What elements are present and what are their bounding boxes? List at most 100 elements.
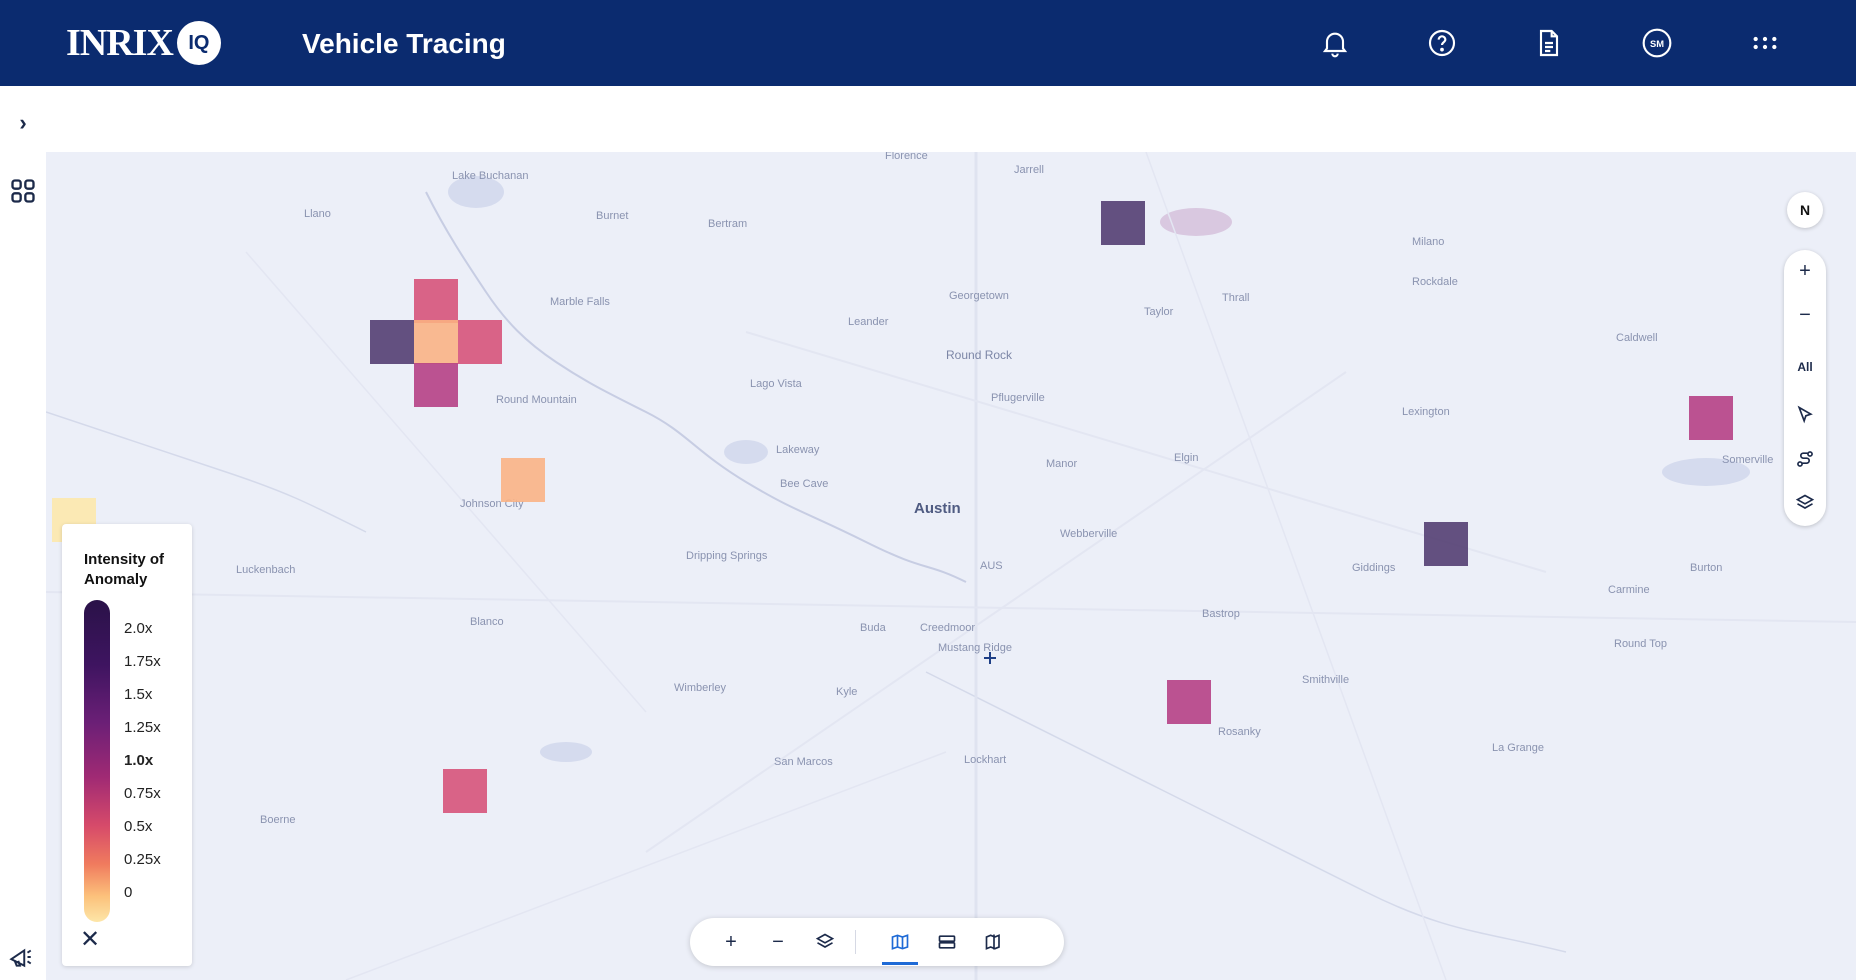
place-label: Round Rock [946,348,1013,362]
place-label: Lake Buchanan [452,170,529,182]
place-label: Round Mountain [496,394,577,406]
place-label: Jarrell [1014,164,1044,176]
legend-tick: 1.25x [124,719,161,736]
legend-tick: 0.25x [124,851,161,868]
place-label: Leander [848,316,889,328]
place-label: Pflugerville [991,392,1045,404]
place-label: Burnet [596,210,629,222]
heat-cell[interactable] [1167,680,1211,724]
bottom-layers-icon[interactable] [810,927,840,957]
heat-cell[interactable] [414,279,458,323]
place-label: Boerne [260,814,296,826]
map-vertical-toolbar: + − All [1784,250,1826,526]
map-compare-icon[interactable] [979,927,1009,957]
place-label: Burton [1690,562,1723,574]
place-label: La Grange [1492,742,1544,754]
place-label: Lexington [1402,406,1450,418]
place-label: Wimberley [674,682,726,694]
logo-badge: IQ [176,21,221,65]
document-icon[interactable] [1528,22,1570,64]
heat-cell[interactable] [370,320,414,364]
pointer-select-icon[interactable] [1790,400,1820,430]
place-label: Giddings [1352,562,1396,574]
place-label: Kyle [836,686,858,698]
active-tab-indicator [882,962,918,965]
legend-title: Intensity of Anomaly [84,551,165,588]
zoom-out-button[interactable]: − [1790,300,1820,330]
heat-cell[interactable] [443,769,487,813]
split-view-icon[interactable] [932,927,962,957]
apps-grid-icon[interactable] [1744,22,1786,64]
place-label: Mustang Ridge [938,642,1012,654]
legend-tick: 1.5x [124,686,153,703]
announcement-icon[interactable] [4,940,38,974]
legend-tick: 0.5x [124,818,153,835]
place-label: Georgetown [949,290,1009,302]
layers-icon[interactable] [1790,488,1820,518]
top-header: INRIX IQ Vehicle Tracing SM [0,0,1856,86]
heat-cell[interactable] [414,320,458,364]
rail-expand-glyph: › [19,110,27,135]
place-label: Dripping Springs [686,550,768,562]
place-label: Bertram [708,218,748,230]
chevron-right-icon[interactable]: › [6,106,40,140]
heat-cell[interactable] [1101,201,1145,245]
place-label: Taylor [1144,306,1174,318]
left-rail: › [0,86,46,980]
logo-text: INRIX [66,22,174,64]
map-basemap [46,152,1856,980]
user-avatar-icon[interactable]: SM [1636,22,1678,64]
place-label: Buda [860,622,886,634]
place-label: Elgin [1174,452,1199,464]
place-label: Bastrop [1202,608,1240,620]
place-label: Round Top [1614,638,1668,650]
place-label: Lockhart [964,754,1007,766]
place-label: Luckenbach [236,564,296,576]
place-label: Llano [304,208,331,220]
map-canvas[interactable]: Florence Jarrell Lake Buchanan Llano Bur… [46,152,1856,980]
place-label: Somerville [1722,454,1774,466]
heat-cell[interactable] [458,320,502,364]
zoom-in-button[interactable]: + [1790,256,1820,286]
heat-cell[interactable] [1424,522,1468,566]
bottom-zoom-out-button[interactable]: − [763,927,793,957]
heat-cell[interactable] [501,458,545,502]
place-label: AUS [980,560,1003,572]
route-icon[interactable] [1790,444,1820,474]
place-label: Blanco [470,616,504,628]
legend-tick: 0 [124,884,133,901]
top-subbar [46,86,1856,152]
legend-close-button[interactable]: ✕ [80,928,100,952]
place-label: Carmine [1608,584,1650,596]
place-label: Thrall [1222,292,1250,304]
place-label: Bee Cave [780,478,829,490]
place-label: Lago Vista [750,378,802,390]
map-bottom-toolbar: + − [690,918,1064,966]
compass-button[interactable]: N [1787,192,1823,228]
page-title: Vehicle Tracing [302,28,506,59]
place-label: Marble Falls [550,296,610,308]
legend-tick: 0.75x [124,785,161,802]
place-label: Caldwell [1616,332,1658,344]
place-label: Smithville [1302,674,1350,686]
place-label: Rosanky [1218,726,1261,738]
legend-color-scale [84,600,110,922]
bell-icon[interactable] [1314,22,1356,64]
toolbar-divider [855,930,856,954]
legend-tick: 1.0x [124,752,154,769]
anomaly-legend: Intensity of Anomaly 2.0x 1.75x 1.5x 1.2… [62,524,192,966]
legend-tick: 1.75x [124,653,161,670]
map-view-icon[interactable] [885,927,915,957]
inrix-iq-logo[interactable]: INRIX IQ [66,21,221,65]
place-label: Florence [885,152,928,162]
help-icon[interactable] [1421,22,1463,64]
show-all-button[interactable]: All [1790,352,1820,382]
heat-cell[interactable] [414,363,458,407]
place-label: Webberville [1060,528,1118,540]
bottom-zoom-in-button[interactable]: + [716,927,746,957]
legend-tick: 2.0x [124,620,153,637]
heat-cell[interactable] [1689,396,1733,440]
place-label-austin: Austin [914,500,961,517]
apps-icon[interactable] [6,174,40,208]
place-label: Milano [1412,236,1445,248]
